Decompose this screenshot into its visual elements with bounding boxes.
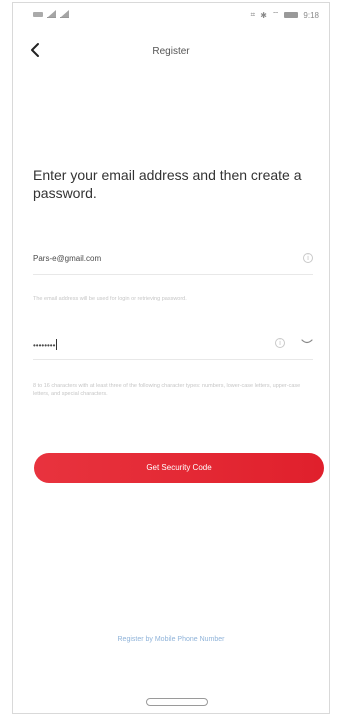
password-value: •••••••• bbox=[33, 341, 56, 350]
page-title: Register bbox=[152, 46, 190, 57]
email-input[interactable] bbox=[33, 254, 253, 263]
battery-saver-icon bbox=[33, 11, 43, 17]
status-left bbox=[33, 10, 69, 18]
network-icon: ⌗ bbox=[250, 10, 256, 19]
status-time: 9:18 bbox=[303, 10, 319, 20]
email-field-row: i bbox=[33, 248, 313, 275]
email-hint: The email address will be used for login… bbox=[33, 296, 187, 302]
text-caret bbox=[56, 339, 58, 350]
password-input[interactable]: •••••••• bbox=[33, 339, 253, 350]
password-hint: 8 to 16 characters with at least three o… bbox=[33, 383, 301, 397]
home-indicator[interactable] bbox=[146, 698, 208, 706]
instruction-heading: Enter your email address and then create… bbox=[33, 167, 302, 201]
register-by-phone-link[interactable]: Register by Mobile Phone Number bbox=[13, 636, 329, 643]
signal-icon bbox=[60, 10, 69, 18]
bluetooth-icon: ✱ bbox=[260, 10, 267, 20]
header: Register bbox=[13, 33, 329, 69]
status-bar: ⌗ ✱ ⌔ 9:18 bbox=[13, 3, 329, 25]
signal-icon bbox=[47, 10, 56, 18]
status-right: ⌗ ✱ ⌔ 9:18 bbox=[251, 10, 319, 20]
phone-screen: ⌗ ✱ ⌔ 9:18 Register Enter your email add… bbox=[12, 2, 330, 714]
password-field-row: •••••••• i bbox=[33, 333, 313, 360]
battery-icon bbox=[284, 12, 299, 18]
info-icon[interactable]: i bbox=[275, 338, 285, 348]
eye-closed-icon[interactable] bbox=[301, 339, 313, 345]
get-security-code-button[interactable]: Get Security Code bbox=[34, 453, 324, 483]
info-icon[interactable]: i bbox=[303, 253, 313, 263]
wifi-icon: ⌔ bbox=[271, 10, 280, 19]
